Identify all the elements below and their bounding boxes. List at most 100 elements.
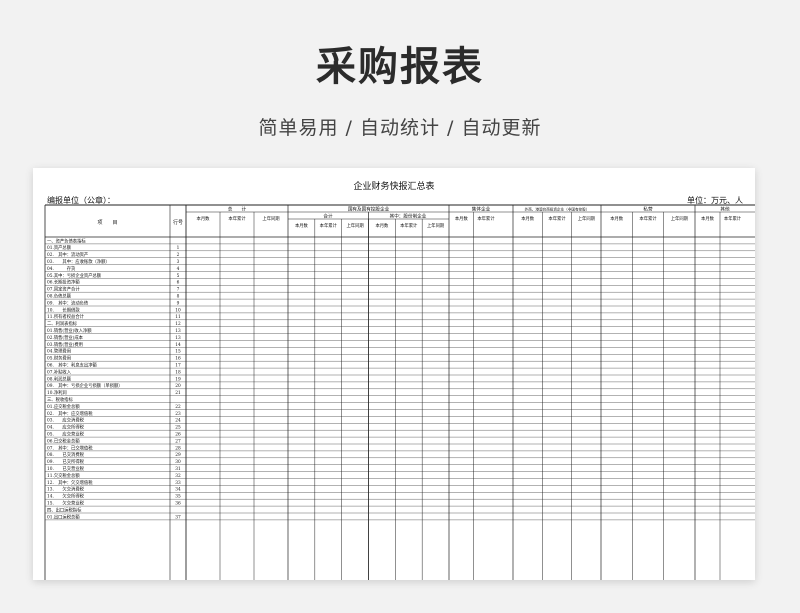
table-row-number: 32: [175, 474, 181, 479]
table-row-label: 04.管理费用: [47, 348, 71, 355]
table-row-number: 2: [177, 253, 180, 258]
table-row-number: 33: [175, 481, 181, 486]
header-col-label: 上年同期: [671, 215, 688, 222]
header-group: 总 计: [228, 206, 247, 213]
header-col-label: 本年累计: [548, 215, 566, 222]
table-row-number: 14: [175, 343, 181, 348]
table-row-label: 09. 已交所得税: [47, 458, 85, 465]
header-subgroup: 合计: [323, 213, 333, 220]
header-col-label: 上年同期: [346, 222, 363, 229]
table-row-number: 35: [175, 495, 181, 500]
table-row-number: 3: [177, 260, 180, 265]
table-row-number: 11: [175, 315, 181, 320]
table-row-label: 02. 其中：流动资产: [47, 251, 88, 258]
table-row-label: 09. 其中：流动负债: [47, 299, 89, 306]
header-col-label: 本年累计: [477, 215, 495, 222]
header-col-label: 本月数: [521, 215, 535, 222]
table-row-number: 27: [175, 439, 181, 444]
header-group: 外商、港澳台商投资企业（非国有控股）: [525, 207, 590, 212]
table-row-label: 13. 欠交消费税: [47, 486, 85, 493]
table-row-number: 9: [177, 301, 180, 306]
table-row-number: 16: [175, 357, 181, 362]
table-row-number: 12: [175, 322, 181, 327]
table-row-label: 08.负债总额: [47, 293, 72, 300]
table-row-label: 05.其中：亏损企业资产总额: [47, 272, 102, 279]
table-row-number: 23: [175, 412, 181, 417]
header-col-label: 本月数: [610, 215, 624, 222]
header-col-label: 本月数: [375, 222, 389, 229]
table-row-label: 06. 其中：利息支出净额: [47, 362, 98, 369]
table-row-label: 15. 欠交营业税: [47, 500, 85, 507]
header-col-label: 本年累计: [228, 215, 246, 222]
table-row-label: 01.资产总额: [47, 244, 72, 251]
header-col-label: 上年同期: [262, 215, 279, 222]
table-row-number: 22: [175, 405, 181, 410]
spreadsheet-preview: 企业财务快报汇总表 编报单位（公章）： 单位：万元、人 项 目行号总 计国有及国…: [33, 168, 755, 580]
table-row-label: 03. 应交消费税: [47, 417, 85, 424]
header-col-label: 本月数: [701, 215, 715, 222]
table-row-number: 5: [177, 274, 180, 279]
table-row-number: 10: [175, 308, 181, 313]
table-row-number: 8: [177, 295, 180, 300]
table-row-label: 二、利润表指标: [47, 320, 78, 327]
header-group: 其他: [720, 206, 730, 213]
table-row-label: 07.补贴收入: [47, 368, 72, 375]
table-row-label: 07.固定资产合计: [47, 286, 80, 293]
header-subgroup: 其中：股份制企业: [390, 213, 427, 220]
table-row-number: 36: [175, 502, 181, 507]
header-item: 项 目: [97, 220, 117, 226]
table-row-number: 25: [175, 426, 181, 431]
table-row-number: 6: [177, 281, 180, 286]
table-row-label: 03.销售(营业)费用: [47, 341, 83, 348]
header-col-label: 本年累计: [400, 222, 418, 229]
table-row-label: 08. 已交消费税: [47, 451, 85, 458]
table-row-label: 04. 存货: [47, 265, 76, 272]
table-row-label: 06.长期投资净额: [47, 279, 80, 286]
table-row-number: 30: [175, 460, 181, 465]
table-row-number: 15: [175, 350, 181, 355]
table-row-label: 06.已交税金总额: [47, 437, 80, 444]
table-row-label: 一、资产负债表指标: [47, 237, 86, 244]
table-row-label: 09. 其中：亏损企业亏损额（单损额）: [47, 382, 123, 389]
header-col-label: 本月数: [295, 222, 309, 229]
table-row-number: 29: [175, 453, 181, 458]
header-col-label: 本年累计: [724, 215, 742, 222]
table-row-label: 10. 已交营业税: [47, 465, 85, 472]
header-col-label: 本年累计: [639, 215, 657, 222]
table-row-number: 13: [175, 329, 181, 334]
table-row-number: 34: [175, 488, 181, 493]
table-row-label: 四、出口运税指标: [47, 506, 82, 513]
table-row-number: 19: [175, 377, 181, 382]
table-row-label: 03. 其中：应收账款（净额）: [47, 258, 110, 265]
header-col-label: 本年累计: [320, 222, 338, 229]
header-group: 国有及国有控股企业: [348, 206, 390, 213]
table-row-number: 20: [175, 384, 181, 389]
table-row-label: 11.欠交税金总额: [47, 472, 80, 479]
table-row-number: 28: [175, 446, 181, 451]
page-subtitle: 简单易用 / 自动统计 / 自动更新: [258, 117, 542, 139]
table-row-label: 02.销售(营业)成本: [47, 334, 84, 341]
header-row-no: 行号: [173, 219, 183, 226]
header-col-label: 本月数: [197, 215, 211, 222]
table-row-label: 05. 应交营业税: [47, 431, 85, 438]
table-row-label: 08.利润总额: [47, 375, 72, 382]
table-row-label: 05.财务费用: [47, 355, 71, 362]
table-row-number: 4: [177, 267, 180, 272]
table-row-label: 01.应交税金总额: [47, 403, 80, 410]
header-group: 私营: [643, 206, 653, 213]
table-row-label: 14. 欠交所得税: [47, 493, 85, 500]
header-col-label: 上年同期: [578, 215, 595, 222]
table-row-number: 17: [175, 364, 181, 369]
table-row-label: 12. 其中：欠交增值税: [47, 479, 93, 486]
table-row-number: 18: [175, 370, 181, 375]
table-row-number: 1: [177, 246, 180, 251]
table-row-label: 01.销售(营业)收入净额: [47, 327, 92, 334]
table-row-number: 21: [175, 391, 181, 396]
table-row-label: 三、税收指标: [47, 396, 73, 403]
table-row-number: 37: [175, 515, 181, 520]
table-row-label: 02. 其中：应交增值税: [47, 410, 93, 417]
table-row-label: 10. 长期借款: [47, 306, 80, 313]
header-col-label: 本月数: [455, 215, 469, 222]
table-row-number: 13: [175, 336, 181, 341]
table-row-label: 01.出口运税总额: [47, 513, 80, 520]
